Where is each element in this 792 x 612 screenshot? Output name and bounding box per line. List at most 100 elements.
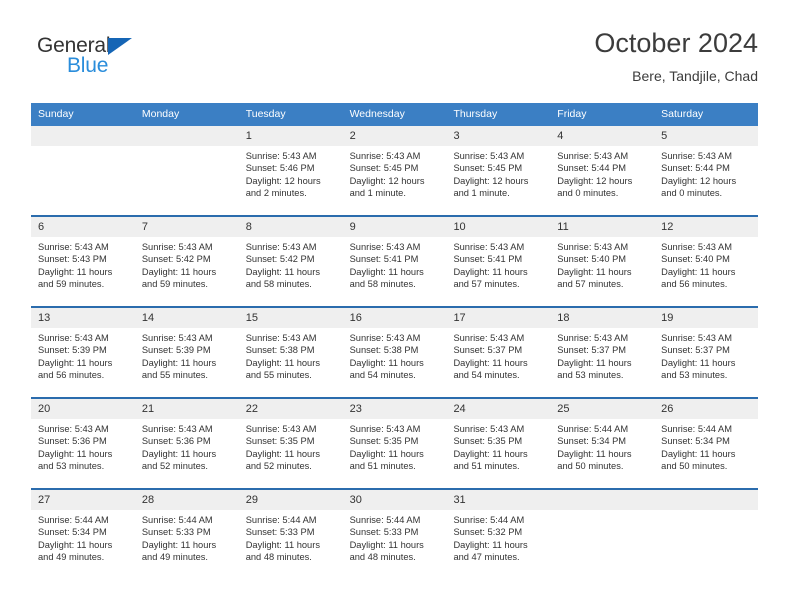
daylight-text-line2: and 1 minute. bbox=[453, 187, 510, 198]
daylight-text-line1: Daylight: 12 hours bbox=[453, 175, 529, 186]
sunrise-text: Sunrise: 5:43 AM bbox=[349, 242, 421, 252]
day-details: Sunrise: 5:44 AM Sunset: 5:33 PM Daylight:… bbox=[239, 510, 343, 563]
daylight-text-line2: and 53 minutes. bbox=[38, 460, 105, 471]
calendar-day-cell[interactable]: 13 Sunrise: 5:43 AM Sunset: 5:39 PM Dayligh… bbox=[31, 308, 135, 397]
day-details: Sunrise: 5:43 AM Sunset: 5:35 PM Daylight:… bbox=[239, 419, 343, 472]
day-details: Sunrise: 5:43 AM Sunset: 5:44 PM Daylight:… bbox=[654, 146, 758, 199]
calendar-day-cell[interactable]: 12 Sunrise: 5:43 AM Sunset: 5:40 PM Dayligh… bbox=[654, 217, 759, 306]
calendar-day-cell[interactable]: 16 Sunrise: 5:43 AM Sunset: 5:38 PM Dayligh… bbox=[342, 308, 447, 397]
sunset-text: Sunset: 5:34 PM bbox=[38, 527, 107, 538]
day-number bbox=[134, 126, 239, 146]
sunrise-text: Sunrise: 5:43 AM bbox=[38, 424, 109, 434]
sunrise-text: Sunrise: 5:44 AM bbox=[453, 515, 525, 525]
sunset-text: Sunset: 5:34 PM bbox=[661, 436, 730, 447]
day-details: Sunrise: 5:43 AM Sunset: 5:41 PM Daylight:… bbox=[343, 237, 447, 290]
calendar-day-cell[interactable]: 8 Sunrise: 5:43 AM Sunset: 5:42 PM Daylight… bbox=[238, 217, 343, 306]
day-number: 4 bbox=[550, 126, 655, 146]
calendar-day-cell[interactable]: 30 Sunrise: 5:44 AM Sunset: 5:33 PM Dayligh… bbox=[342, 490, 447, 579]
sunrise-text: Sunrise: 5:43 AM bbox=[661, 151, 732, 161]
weekday-header-tuesday: Tuesday bbox=[245, 108, 286, 120]
calendar-day-cell[interactable]: 22 Sunrise: 5:43 AM Sunset: 5:35 PM Dayligh… bbox=[238, 399, 343, 488]
sunset-text: Sunset: 5:35 PM bbox=[453, 436, 523, 447]
day-number: 6 bbox=[31, 217, 135, 237]
general-blue-logo[interactable]: General Blue bbox=[37, 34, 217, 90]
daylight-text-line1: Daylight: 11 hours bbox=[349, 539, 424, 550]
sunrise-text: Sunrise: 5:43 AM bbox=[661, 333, 732, 343]
sunset-text: Sunset: 5:38 PM bbox=[245, 345, 315, 356]
sunrise-text: Sunrise: 5:44 AM bbox=[661, 424, 732, 434]
day-details: Sunrise: 5:44 AM Sunset: 5:33 PM Daylight:… bbox=[135, 510, 239, 563]
day-number bbox=[654, 490, 759, 510]
sunset-text: Sunset: 5:39 PM bbox=[38, 345, 107, 356]
daylight-text-line1: Daylight: 11 hours bbox=[661, 448, 736, 459]
day-number: 7 bbox=[134, 217, 239, 237]
calendar-day-cell[interactable]: 25 Sunrise: 5:44 AM Sunset: 5:34 PM Dayligh… bbox=[550, 399, 655, 488]
sunset-text: Sunset: 5:40 PM bbox=[661, 254, 730, 265]
calendar-day-cell[interactable]: 5 Sunrise: 5:43 AM Sunset: 5:44 PM Daylight… bbox=[654, 126, 759, 215]
calendar-day-cell[interactable]: 28 Sunrise: 5:44 AM Sunset: 5:33 PM Dayligh… bbox=[134, 490, 239, 579]
daylight-text-line1: Daylight: 11 hours bbox=[557, 448, 632, 459]
day-details: Sunrise: 5:44 AM Sunset: 5:33 PM Daylight:… bbox=[343, 510, 447, 563]
calendar-day-cell[interactable]: 27 Sunrise: 5:44 AM Sunset: 5:34 PM Dayligh… bbox=[31, 490, 135, 579]
sunrise-text: Sunrise: 5:43 AM bbox=[245, 151, 317, 161]
weekday-header-thursday: Thursday bbox=[453, 108, 498, 120]
day-details: Sunrise: 5:44 AM Sunset: 5:34 PM Daylight:… bbox=[31, 510, 135, 563]
day-number: 9 bbox=[342, 217, 447, 237]
day-number: 17 bbox=[446, 308, 551, 328]
sunrise-text: Sunrise: 5:43 AM bbox=[453, 242, 525, 252]
calendar-day-cell[interactable]: 7 Sunrise: 5:43 AM Sunset: 5:42 PM Daylight… bbox=[134, 217, 239, 306]
calendar-day-cell[interactable]: 20 Sunrise: 5:43 AM Sunset: 5:36 PM Dayligh… bbox=[31, 399, 135, 488]
daylight-text-line2: and 55 minutes. bbox=[245, 369, 312, 380]
sunset-text: Sunset: 5:37 PM bbox=[453, 345, 523, 356]
sunset-text: Sunset: 5:40 PM bbox=[557, 254, 627, 265]
calendar-day-cell[interactable]: 26 Sunrise: 5:44 AM Sunset: 5:34 PM Dayligh… bbox=[654, 399, 759, 488]
logo-triangle-icon bbox=[108, 38, 132, 55]
daylight-text-line2: and 50 minutes. bbox=[557, 460, 624, 471]
sunset-text: Sunset: 5:46 PM bbox=[245, 163, 315, 174]
daylight-text-line1: Daylight: 11 hours bbox=[453, 357, 528, 368]
daylight-text-line2: and 48 minutes. bbox=[245, 551, 312, 562]
sunset-text: Sunset: 5:32 PM bbox=[453, 527, 523, 538]
daylight-text-line2: and 53 minutes. bbox=[557, 369, 624, 380]
daylight-text-line1: Daylight: 11 hours bbox=[349, 357, 424, 368]
calendar-day-cell[interactable]: 6 Sunrise: 5:43 AM Sunset: 5:43 PM Daylight… bbox=[31, 217, 135, 306]
daylight-text-line1: Daylight: 11 hours bbox=[141, 539, 217, 550]
calendar-day-cell[interactable]: 15 Sunrise: 5:43 AM Sunset: 5:38 PM Dayligh… bbox=[238, 308, 343, 397]
calendar-day-cell[interactable]: 29 Sunrise: 5:44 AM Sunset: 5:33 PM Dayligh… bbox=[238, 490, 343, 579]
calendar-day-cell[interactable]: 17 Sunrise: 5:43 AM Sunset: 5:37 PM Dayligh… bbox=[446, 308, 551, 397]
calendar-weeks: 1 Sunrise: 5:43 AM Sunset: 5:46 PM Daylight… bbox=[31, 126, 759, 579]
day-number: 15 bbox=[238, 308, 343, 328]
daylight-text-line2: and 54 minutes. bbox=[453, 369, 520, 380]
day-details: Sunrise: 5:43 AM Sunset: 5:42 PM Daylight:… bbox=[239, 237, 343, 290]
calendar-day-cell[interactable]: 4 Sunrise: 5:43 AM Sunset: 5:44 PM Daylight… bbox=[550, 126, 655, 215]
daylight-text-line2: and 48 minutes. bbox=[349, 551, 416, 562]
title-block: October 2024 Bere, Tandjile, Chad bbox=[594, 26, 758, 86]
calendar-day-cell[interactable]: 3 Sunrise: 5:43 AM Sunset: 5:45 PM Daylight… bbox=[446, 126, 551, 215]
sunrise-text: Sunrise: 5:44 AM bbox=[245, 515, 317, 525]
calendar-day-cell[interactable]: 1 Sunrise: 5:43 AM Sunset: 5:46 PM Daylight… bbox=[238, 126, 343, 215]
day-number bbox=[31, 126, 135, 146]
daylight-text-line1: Daylight: 11 hours bbox=[38, 357, 113, 368]
sunrise-text: Sunrise: 5:43 AM bbox=[453, 424, 525, 434]
calendar-day-cell-empty bbox=[134, 126, 239, 215]
sunrise-text: Sunrise: 5:43 AM bbox=[245, 333, 317, 343]
day-details: Sunrise: 5:43 AM Sunset: 5:35 PM Daylight:… bbox=[343, 419, 447, 472]
calendar-day-cell[interactable]: 11 Sunrise: 5:43 AM Sunset: 5:40 PM Dayligh… bbox=[550, 217, 655, 306]
calendar-day-cell[interactable]: 19 Sunrise: 5:43 AM Sunset: 5:37 PM Dayligh… bbox=[654, 308, 759, 397]
calendar-day-cell[interactable]: 23 Sunrise: 5:43 AM Sunset: 5:35 PM Dayligh… bbox=[342, 399, 447, 488]
calendar-day-cell[interactable]: 2 Sunrise: 5:43 AM Sunset: 5:45 PM Daylight… bbox=[342, 126, 447, 215]
calendar-week-row: 13 Sunrise: 5:43 AM Sunset: 5:39 PM Dayligh… bbox=[31, 306, 759, 397]
calendar-day-cell[interactable]: 10 Sunrise: 5:43 AM Sunset: 5:41 PM Dayligh… bbox=[446, 217, 551, 306]
daylight-text-line1: Daylight: 12 hours bbox=[557, 175, 633, 186]
day-number: 2 bbox=[342, 126, 447, 146]
calendar-day-cell[interactable]: 9 Sunrise: 5:43 AM Sunset: 5:41 PM Daylight… bbox=[342, 217, 447, 306]
calendar-day-cell[interactable]: 14 Sunrise: 5:43 AM Sunset: 5:39 PM Dayligh… bbox=[134, 308, 239, 397]
calendar-day-cell[interactable]: 31 Sunrise: 5:44 AM Sunset: 5:32 PM Dayligh… bbox=[446, 490, 551, 579]
calendar-day-cell[interactable]: 21 Sunrise: 5:43 AM Sunset: 5:36 PM Dayligh… bbox=[134, 399, 239, 488]
calendar-day-cell[interactable]: 18 Sunrise: 5:43 AM Sunset: 5:37 PM Dayligh… bbox=[550, 308, 655, 397]
day-number: 1 bbox=[238, 126, 343, 146]
sunset-text: Sunset: 5:44 PM bbox=[661, 163, 730, 174]
calendar-day-cell[interactable]: 24 Sunrise: 5:43 AM Sunset: 5:35 PM Dayligh… bbox=[446, 399, 551, 488]
daylight-text-line2: and 49 minutes. bbox=[38, 551, 105, 562]
page-header: General Blue October 2024 Bere, Tandjile… bbox=[31, 26, 758, 98]
